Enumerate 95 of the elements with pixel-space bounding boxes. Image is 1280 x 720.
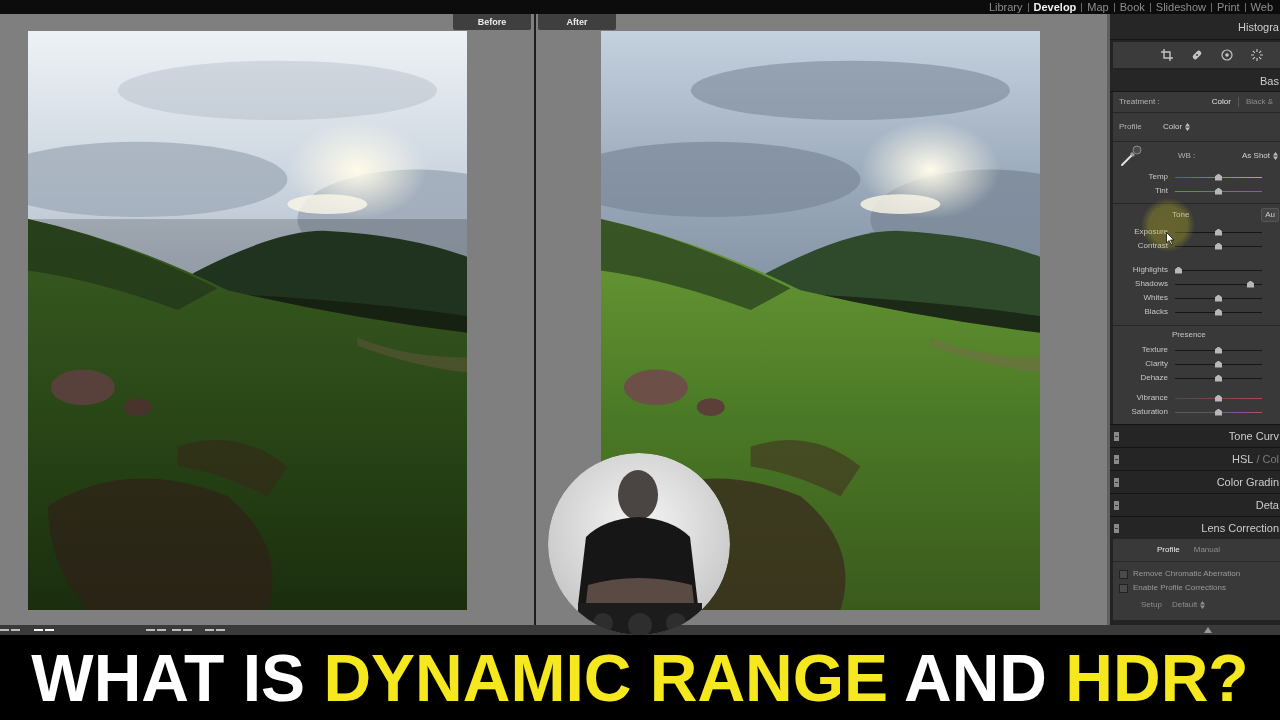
slider-track[interactable] bbox=[1175, 266, 1262, 274]
panel-title[interactable]: Histogra bbox=[1238, 21, 1279, 32]
slider-label: Saturation bbox=[1130, 407, 1169, 417]
panel-title[interactable]: Bas bbox=[1260, 75, 1279, 86]
slider-label: Contrast bbox=[1136, 241, 1169, 251]
view-label: After bbox=[538, 14, 616, 30]
panel-title[interactable]: HSL bbox=[1231, 454, 1254, 464]
module-tab[interactable]: Web bbox=[1245, 0, 1278, 14]
slider-track[interactable] bbox=[1175, 308, 1262, 316]
slider-label: Vibrance bbox=[1135, 393, 1169, 403]
switch-icon[interactable] bbox=[1114, 523, 1119, 533]
bandage-icon[interactable] bbox=[1191, 49, 1203, 61]
slider-track[interactable] bbox=[1175, 228, 1262, 236]
slider-track[interactable] bbox=[1175, 242, 1262, 250]
treatment-option[interactable]: Color bbox=[1204, 97, 1238, 107]
slider-label: Clarity bbox=[1144, 359, 1169, 369]
dashes-icon[interactable] bbox=[0, 628, 20, 632]
module-tab[interactable]: Map bbox=[1082, 0, 1114, 14]
slider-thumb[interactable] bbox=[1215, 408, 1222, 416]
field-label: Setup bbox=[1141, 600, 1162, 610]
slider-thumb[interactable] bbox=[1215, 294, 1222, 302]
slider-label: Blacks bbox=[1143, 307, 1169, 317]
updown-icon bbox=[1200, 601, 1206, 609]
checkbox-label: Remove Chromatic Aberration bbox=[1133, 569, 1241, 579]
slider-label: Tint bbox=[1153, 186, 1169, 196]
slider-thumb[interactable] bbox=[1215, 187, 1222, 195]
module-tab[interactable]: Slideshow bbox=[1150, 0, 1211, 14]
dashes-icon[interactable] bbox=[205, 628, 225, 632]
panel-tab[interactable]: Profile bbox=[1150, 545, 1187, 555]
slider-label: Shadows bbox=[1134, 279, 1169, 289]
updown-icon bbox=[1185, 123, 1191, 131]
slider-track[interactable] bbox=[1175, 346, 1262, 354]
view-label: Before bbox=[453, 14, 531, 30]
dashes-icon[interactable] bbox=[146, 628, 166, 632]
slider-thumb[interactable] bbox=[1215, 242, 1222, 250]
switch-icon[interactable] bbox=[1114, 454, 1119, 464]
slider-thumb[interactable] bbox=[1215, 360, 1222, 368]
panel-title[interactable]: Tone Curv bbox=[1228, 431, 1279, 441]
slider-thumb[interactable] bbox=[1215, 173, 1222, 181]
dashes-icon[interactable] bbox=[172, 628, 192, 632]
updown-icon bbox=[1273, 152, 1278, 160]
slider-track[interactable] bbox=[1175, 173, 1262, 181]
switch-icon[interactable] bbox=[1114, 500, 1119, 510]
switch-icon[interactable] bbox=[1114, 477, 1119, 487]
panel-title[interactable]: Lens Correction bbox=[1201, 523, 1279, 533]
profile-dropdown[interactable]: Color bbox=[1163, 122, 1191, 132]
module-tab[interactable]: Library bbox=[983, 0, 1028, 14]
slider-label: Exposure bbox=[1133, 227, 1169, 237]
slider-label: Highlights bbox=[1131, 265, 1169, 275]
setup-dropdown[interactable]: Default bbox=[1171, 600, 1206, 610]
field-label: WB : bbox=[1178, 151, 1196, 161]
group-label: Tone bbox=[1172, 210, 1190, 220]
slider-track[interactable] bbox=[1175, 280, 1262, 288]
crop-icon[interactable] bbox=[1161, 49, 1173, 61]
panel-tab[interactable]: Manual bbox=[1186, 545, 1227, 555]
group-label: Presence bbox=[1172, 329, 1206, 340]
slider-track[interactable] bbox=[1175, 394, 1262, 402]
slider-thumb[interactable] bbox=[1215, 394, 1222, 402]
headline-text: WHAT IS DYNAMIC RANGE AND HDR? bbox=[31, 639, 1249, 717]
panel-title[interactable]: Deta bbox=[1255, 500, 1279, 510]
auto-button[interactable]: Au bbox=[1261, 208, 1279, 222]
wb-dropdown[interactable]: As Shot bbox=[1242, 151, 1278, 161]
module-tab[interactable]: Develop bbox=[1028, 0, 1082, 14]
slider-track[interactable] bbox=[1175, 187, 1262, 195]
slider-track[interactable] bbox=[1175, 374, 1262, 382]
module-tab[interactable]: Book bbox=[1114, 0, 1150, 14]
slider-thumb[interactable] bbox=[1215, 346, 1222, 354]
slider-thumb[interactable] bbox=[1247, 280, 1254, 288]
slider-label: Temp bbox=[1147, 172, 1169, 182]
checkbox-label: Enable Profile Corrections bbox=[1133, 583, 1226, 593]
checkbox[interactable] bbox=[1119, 569, 1128, 579]
target-icon[interactable] bbox=[1221, 49, 1233, 61]
slider-label: Dehaze bbox=[1139, 373, 1169, 383]
slider-label: Texture bbox=[1140, 345, 1169, 355]
slider-track[interactable] bbox=[1175, 294, 1262, 302]
slider-thumb[interactable] bbox=[1215, 228, 1222, 236]
field-label: Treatment : bbox=[1119, 97, 1160, 107]
slider-track[interactable] bbox=[1175, 360, 1262, 368]
eyedropper-icon[interactable] bbox=[1120, 145, 1142, 167]
module-tab[interactable]: Print bbox=[1211, 0, 1245, 14]
slider-thumb[interactable] bbox=[1175, 266, 1182, 274]
slider-label: Whites bbox=[1142, 293, 1169, 303]
field-label: Profile bbox=[1119, 122, 1143, 132]
switch-icon[interactable] bbox=[1114, 431, 1119, 441]
pointer-icon bbox=[1166, 232, 1175, 245]
panel-title[interactable]: Color Gradin bbox=[1216, 477, 1279, 487]
dashes-icon[interactable] bbox=[34, 628, 54, 632]
sunburst-icon[interactable] bbox=[1251, 49, 1263, 61]
panel-title[interactable]: / Col bbox=[1256, 454, 1279, 464]
slider-track[interactable] bbox=[1175, 408, 1262, 416]
slider-thumb[interactable] bbox=[1215, 308, 1222, 316]
treatment-option[interactable]: Black & bbox=[1238, 97, 1280, 107]
checkbox[interactable] bbox=[1119, 583, 1128, 593]
grip-icon[interactable] bbox=[1204, 627, 1212, 633]
slider-thumb[interactable] bbox=[1215, 374, 1222, 382]
